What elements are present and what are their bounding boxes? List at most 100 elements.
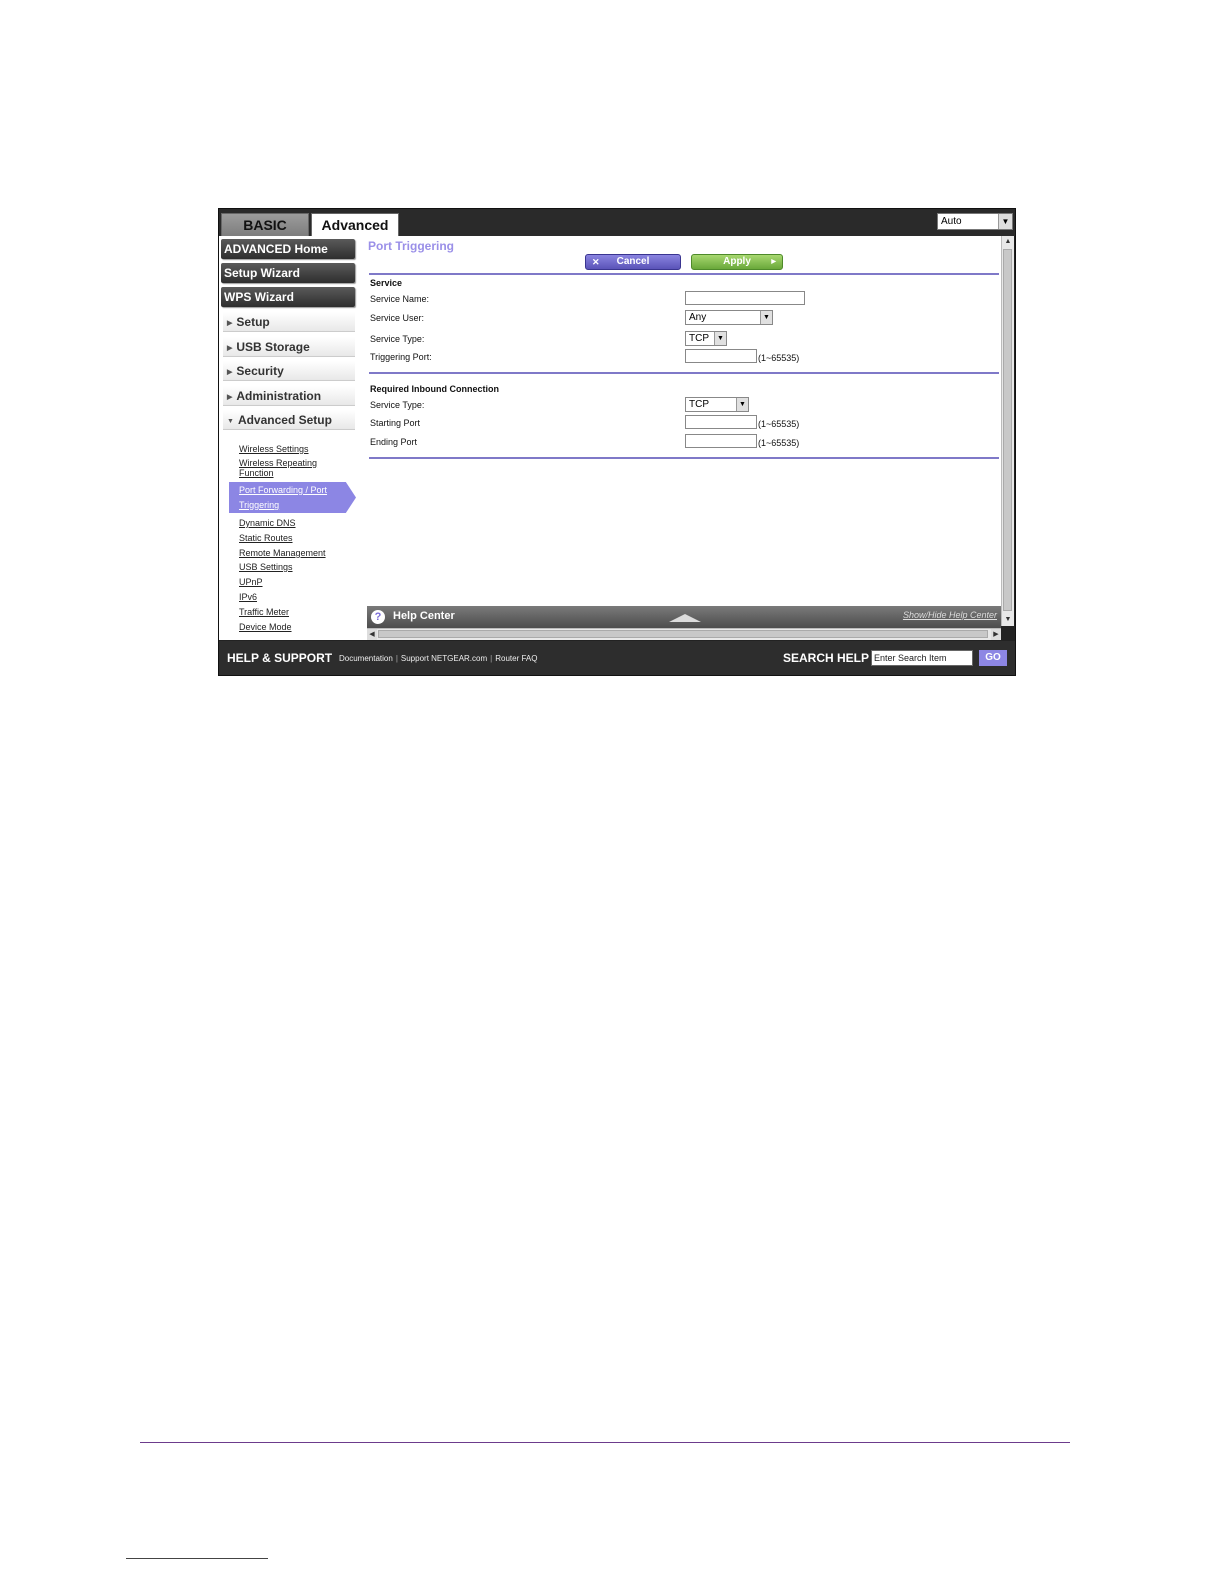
- sublink-static-routes[interactable]: Static Routes: [239, 533, 293, 543]
- chevron-down-icon: ▼: [736, 398, 748, 411]
- starting-port-range: (1~65535): [758, 419, 800, 429]
- menu-setup-label: Setup: [236, 315, 270, 329]
- triangle-down-icon: ▼: [227, 418, 234, 425]
- sublink-wireless-repeating[interactable]: Wireless Repeating: [239, 458, 317, 468]
- menu-security-label: Security: [236, 364, 284, 378]
- menu-administration-label: Administration: [236, 389, 322, 403]
- service-user-label: Service User:: [370, 313, 425, 323]
- triangle-right-icon: ▶: [227, 320, 233, 327]
- menu-usb-storage[interactable]: ▶ USB Storage: [223, 337, 355, 357]
- footer: HELP & SUPPORT Documentation | Support NET…: [219, 641, 1015, 675]
- menu-advanced-setup-label: Advanced Setup: [237, 413, 332, 427]
- sublink-port-forwarding-active[interactable]: Port Forwarding / Port Triggering: [229, 482, 356, 513]
- language-value: Auto: [941, 216, 962, 227]
- footer-links: Documentation | Support NETGEAR.com | Router…: [339, 654, 537, 663]
- page-title: Port Triggering: [368, 239, 455, 253]
- help-center-bar: ? Help Center Show/Hide Help Center: [367, 606, 1001, 628]
- chevron-down-icon: ▼: [714, 332, 726, 345]
- inbound-service-type-select[interactable]: TCP ▼: [685, 397, 749, 412]
- cancel-button[interactable]: ✕ Cancel: [585, 254, 681, 270]
- triangle-right-icon: ▶: [227, 369, 233, 376]
- ending-port-range: (1~65535): [758, 438, 800, 448]
- starting-port-label: Starting Port: [370, 418, 421, 428]
- chevron-down-icon: ▼: [760, 311, 772, 324]
- scroll-left-icon[interactable]: ◀: [367, 629, 377, 640]
- router-faq-link[interactable]: Router FAQ: [495, 654, 537, 663]
- ending-port-input[interactable]: [685, 434, 757, 448]
- menu-security[interactable]: ▶ Security: [223, 361, 355, 381]
- inbound-service-type-value: TCP: [689, 399, 709, 410]
- service-heading: Service: [370, 278, 403, 288]
- support-netgear-link[interactable]: Support NETGEAR.com: [401, 654, 487, 663]
- expand-up-icon[interactable]: [669, 614, 701, 622]
- sublink-wireless-repeating-function[interactable]: Function: [239, 468, 274, 478]
- sublink-port-forwarding[interactable]: Port Forwarding / Port: [239, 485, 327, 495]
- service-name-input[interactable]: [685, 291, 805, 305]
- arrow-right-icon: ▶: [771, 259, 776, 265]
- sublink-device-mode[interactable]: Device Mode: [239, 622, 292, 632]
- advanced-home-button[interactable]: ADVANCED Home: [221, 239, 355, 259]
- sublink-traffic-meter[interactable]: Traffic Meter: [239, 607, 289, 617]
- sublink-remote-management[interactable]: Remote Management: [239, 548, 326, 558]
- tab-basic[interactable]: BASIC: [221, 213, 309, 236]
- page-footer-link-underline: [126, 1558, 268, 1559]
- sidebar: ADVANCED Home Setup Wizard WPS Wizard ▶ S…: [219, 236, 367, 640]
- show-hide-help-link[interactable]: Show/Hide Help Center: [903, 610, 997, 620]
- cancel-label: Cancel: [616, 256, 650, 267]
- sublink-ipv6[interactable]: IPv6: [239, 592, 257, 602]
- menu-advanced-setup[interactable]: ▼ Advanced Setup: [223, 410, 355, 430]
- page-divider: [140, 1442, 1070, 1443]
- menu-setup[interactable]: ▶ Setup: [223, 312, 355, 332]
- wps-wizard-button[interactable]: WPS Wizard: [221, 287, 355, 307]
- triggering-port-input[interactable]: [685, 349, 757, 363]
- link-separator: |: [490, 654, 493, 663]
- search-help-label: SEARCH HELP: [783, 651, 870, 665]
- help-support-title: HELP & SUPPORT: [227, 651, 333, 665]
- horizontal-scrollbar[interactable]: ◀ ▶: [367, 628, 1001, 640]
- sublink-triggering[interactable]: Triggering: [239, 500, 279, 510]
- chevron-down-icon: ▼: [998, 214, 1012, 229]
- go-button[interactable]: GO: [979, 650, 1007, 666]
- sublink-wireless-settings[interactable]: Wireless Settings: [239, 444, 309, 454]
- menu-administration[interactable]: ▶ Administration: [223, 386, 355, 406]
- close-icon: ✕: [592, 257, 600, 267]
- scroll-up-icon[interactable]: ▲: [1002, 236, 1014, 248]
- sublink-dynamic-dns[interactable]: Dynamic DNS: [239, 518, 296, 528]
- link-separator: |: [395, 654, 398, 663]
- router-admin-window: BASIC Advanced Auto ▼ ADVANCED Home Setu…: [218, 208, 1016, 676]
- setup-wizard-button[interactable]: Setup Wizard: [221, 263, 355, 283]
- service-type-value: TCP: [689, 333, 709, 344]
- service-user-value: Any: [689, 312, 707, 323]
- language-select[interactable]: Auto ▼: [937, 213, 1013, 230]
- inbound-service-type-label: Service Type:: [370, 400, 425, 410]
- starting-port-input[interactable]: [685, 415, 757, 429]
- apply-button[interactable]: Apply ▶: [691, 254, 783, 270]
- scroll-right-icon[interactable]: ▶: [991, 629, 1001, 640]
- divider: [369, 457, 999, 459]
- sublink-usb-settings[interactable]: USB Settings: [239, 562, 293, 572]
- divider: [369, 372, 999, 374]
- help-center-title: Help Center: [393, 610, 455, 622]
- triangle-right-icon: ▶: [227, 394, 233, 401]
- service-type-select[interactable]: TCP ▼: [685, 331, 727, 346]
- inbound-heading: Required Inbound Connection: [370, 384, 499, 394]
- service-user-select[interactable]: Any ▼: [685, 310, 773, 325]
- service-type-label: Service Type:: [370, 334, 425, 344]
- question-icon: ?: [371, 610, 385, 624]
- sublink-upnp[interactable]: UPnP: [239, 577, 263, 587]
- scroll-thumb[interactable]: [378, 630, 988, 638]
- triangle-right-icon: ▶: [227, 345, 233, 352]
- top-tab-bar: BASIC Advanced Auto ▼: [219, 209, 1015, 236]
- scroll-down-icon[interactable]: ▼: [1002, 614, 1014, 626]
- tab-advanced[interactable]: Advanced: [311, 213, 399, 236]
- divider: [369, 273, 999, 275]
- menu-usb-storage-label: USB Storage: [236, 340, 310, 354]
- search-input[interactable]: Enter Search Item: [871, 650, 973, 666]
- scroll-thumb[interactable]: [1003, 249, 1012, 611]
- documentation-link[interactable]: Documentation: [339, 654, 393, 663]
- main-content: Port Triggering ✕ Cancel Apply ▶ Service…: [367, 236, 1001, 606]
- vertical-scrollbar[interactable]: ▲ ▼: [1001, 236, 1014, 626]
- service-name-label: Service Name:: [370, 294, 430, 304]
- triggering-port-range: (1~65535): [758, 353, 800, 363]
- ending-port-label: Ending Port: [370, 437, 418, 447]
